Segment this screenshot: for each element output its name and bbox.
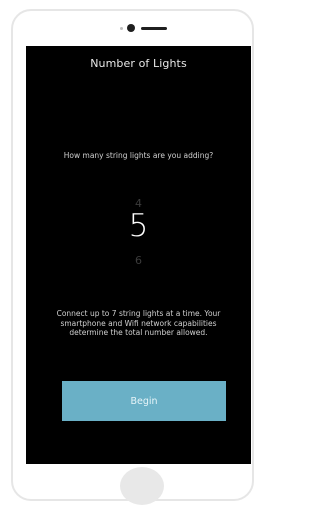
begin-button[interactable]: Begin [62,381,226,421]
picker-option-next[interactable]: 6 [26,254,251,267]
info-text: Connect up to 7 string lights at a time.… [56,309,221,337]
proximity-sensor [120,27,123,30]
page-title: Number of Lights [90,57,187,70]
picker-option-selected[interactable]: 5 [26,208,251,244]
lights-question: How many string lights are you adding? [63,151,214,160]
lights-count-picker[interactable]: 4 5 6 [26,194,251,268]
earpiece-speaker [141,27,167,30]
app-screen: Number of Lights How many string lights … [26,46,251,464]
front-camera-icon [127,24,135,32]
home-button[interactable] [120,467,164,505]
